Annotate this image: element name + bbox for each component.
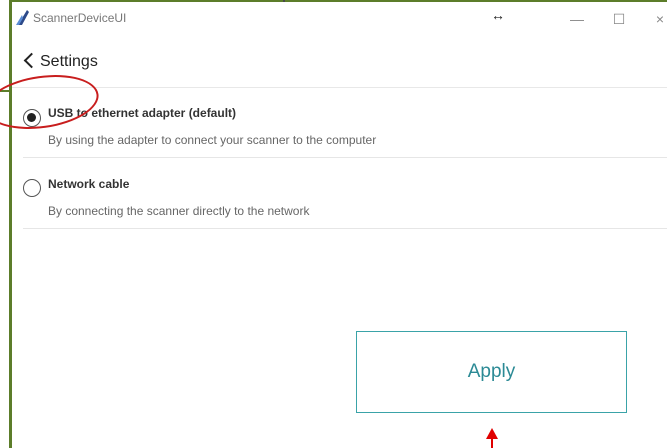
option-network-cable[interactable]: Network cable By connecting the scanner … [12, 162, 667, 232]
option-title: Network cable [48, 177, 130, 191]
page-title: Settings [40, 53, 98, 70]
header-divider [12, 87, 667, 88]
resize-icon: ↔ [491, 7, 505, 23]
option-divider [23, 157, 667, 158]
app-logo-icon [16, 10, 29, 25]
app-window: ScannerDeviceUI ↔ — ☐ × Settings USB to … [12, 2, 667, 448]
option-usb-adapter[interactable]: USB to ethernet adapter (default) By usi… [12, 92, 667, 162]
minimize-button[interactable]: — [565, 11, 589, 27]
apply-button[interactable]: Apply [356, 331, 627, 413]
window-title: ScannerDeviceUI [33, 11, 127, 25]
annotation-arrow-shaft [491, 438, 493, 448]
title-bar[interactable]: ScannerDeviceUI ↔ — ☐ × [12, 2, 667, 38]
option-description: By using the adapter to connect your sca… [48, 133, 377, 147]
radio-network-cable[interactable] [23, 179, 41, 197]
close-button[interactable]: × [648, 11, 667, 27]
option-description: By connecting the scanner directly to th… [48, 204, 310, 218]
option-divider [23, 228, 667, 229]
maximize-button[interactable]: ☐ [607, 11, 631, 28]
chevron-left-icon [23, 52, 40, 69]
